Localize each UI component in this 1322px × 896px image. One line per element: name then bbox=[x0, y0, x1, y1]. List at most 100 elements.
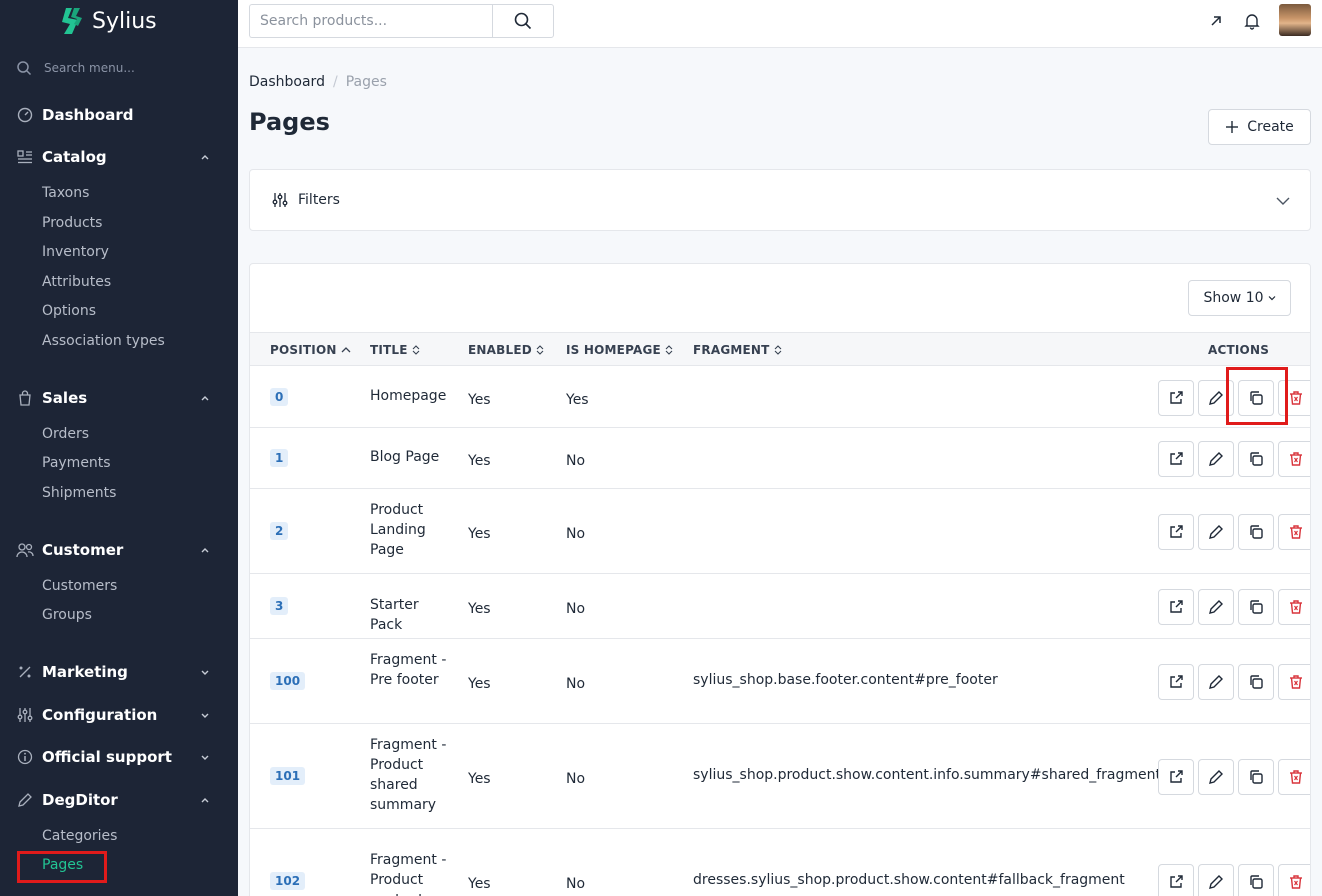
sidebar-label: Sales bbox=[42, 389, 88, 407]
delete-button[interactable] bbox=[1278, 758, 1310, 795]
column-label: TITLE bbox=[370, 343, 408, 357]
show-per-page-dropdown[interactable]: Show 10 bbox=[1188, 280, 1291, 316]
view-button[interactable] bbox=[1158, 758, 1194, 795]
is-homepage-cell: Yes bbox=[566, 391, 589, 408]
page-title-cell: Blog Page bbox=[370, 448, 440, 465]
sidebar-item-association-types[interactable]: Association types bbox=[42, 333, 165, 349]
sidebar-item-groups[interactable]: Groups bbox=[42, 607, 92, 623]
is-homepage-cell: No bbox=[566, 875, 586, 892]
sidebar-item-sales[interactable]: Sales bbox=[16, 386, 210, 410]
sidebar-item-degditor[interactable]: DegDitor bbox=[16, 788, 210, 812]
position-badge: 1 bbox=[270, 448, 289, 467]
duplicate-button[interactable] bbox=[1238, 663, 1274, 700]
breadcrumb-dashboard[interactable]: Dashboard bbox=[249, 74, 325, 90]
sidebar-item-taxons[interactable]: Taxons bbox=[42, 185, 89, 201]
app-name: Sylius bbox=[92, 8, 157, 34]
position-badge: 101 bbox=[270, 766, 306, 785]
delete-button[interactable] bbox=[1278, 863, 1310, 896]
delete-button[interactable] bbox=[1278, 513, 1310, 550]
copy-icon bbox=[1250, 451, 1263, 466]
external-link-icon bbox=[1170, 390, 1183, 404]
sidebar-item-catalog[interactable]: Catalog bbox=[16, 145, 210, 169]
pages-table-card: Show 10 POSITION TITLE ENABLED IS HOMEPA… bbox=[249, 263, 1311, 896]
catalog-icon bbox=[16, 148, 34, 166]
duplicate-button[interactable] bbox=[1238, 513, 1274, 550]
menu-search-input[interactable]: Search menu... bbox=[16, 56, 222, 80]
page-title-cell: Fragment - Product shared summary bbox=[370, 736, 447, 813]
sidebar-item-customer[interactable]: Customer bbox=[16, 538, 210, 562]
search-button[interactable] bbox=[492, 4, 554, 38]
sidebar-item-marketing[interactable]: Marketing bbox=[16, 660, 210, 684]
sidebar-item-configuration[interactable]: Configuration bbox=[16, 703, 210, 727]
view-button[interactable] bbox=[1158, 513, 1194, 550]
sylius-logo[interactable]: Sylius bbox=[60, 6, 157, 36]
view-button[interactable] bbox=[1158, 379, 1194, 416]
view-button[interactable] bbox=[1158, 663, 1194, 700]
column-label: ENABLED bbox=[468, 343, 532, 357]
avatar[interactable] bbox=[1279, 4, 1311, 36]
sidebar-label: Marketing bbox=[42, 663, 128, 681]
delete-button[interactable] bbox=[1278, 440, 1310, 477]
sidebar-item-dashboard[interactable]: Dashboard bbox=[16, 103, 210, 127]
enabled-cell: Yes bbox=[468, 675, 491, 692]
page-title: Pages bbox=[249, 108, 330, 136]
edit-button[interactable] bbox=[1198, 663, 1234, 700]
sidebar-label: Customer bbox=[42, 541, 124, 559]
column-enabled[interactable]: ENABLED bbox=[468, 343, 544, 357]
page-title-cell: Starter Pack bbox=[370, 596, 419, 633]
duplicate-button[interactable] bbox=[1238, 758, 1274, 795]
pencil-icon bbox=[1209, 769, 1223, 784]
sidebar-item-official-support[interactable]: Official support bbox=[16, 745, 210, 769]
view-button[interactable] bbox=[1158, 863, 1194, 896]
sidebar-item-orders[interactable]: Orders bbox=[42, 426, 89, 442]
trash-icon bbox=[1290, 599, 1302, 614]
filters-panel[interactable]: Filters bbox=[249, 169, 1311, 231]
create-button[interactable]: Create bbox=[1208, 109, 1311, 145]
edit-button[interactable] bbox=[1198, 440, 1234, 477]
chevron-up-icon bbox=[201, 155, 209, 160]
column-is-homepage[interactable]: IS HOMEPAGE bbox=[566, 343, 673, 357]
edit-button[interactable] bbox=[1198, 758, 1234, 795]
chevron-down-icon bbox=[201, 670, 209, 675]
chevron-up-icon bbox=[201, 396, 209, 401]
notifications-button[interactable] bbox=[1243, 12, 1261, 34]
edit-button[interactable] bbox=[1198, 588, 1234, 625]
view-button[interactable] bbox=[1158, 440, 1194, 477]
breadcrumb-separator: / bbox=[332, 74, 338, 90]
pencil-icon bbox=[1209, 390, 1223, 405]
sidebar-item-categories[interactable]: Categories bbox=[42, 828, 117, 844]
delete-button[interactable] bbox=[1278, 663, 1310, 700]
position-badge: 3 bbox=[270, 596, 289, 615]
delete-button[interactable] bbox=[1278, 588, 1310, 625]
sidebar-item-attributes[interactable]: Attributes bbox=[42, 274, 111, 290]
column-title[interactable]: TITLE bbox=[370, 343, 420, 357]
duplicate-button[interactable] bbox=[1238, 863, 1274, 896]
view-button[interactable] bbox=[1158, 588, 1194, 625]
external-link-icon bbox=[1170, 599, 1183, 613]
sidebar-label: Configuration bbox=[42, 706, 158, 724]
sidebar-item-inventory[interactable]: Inventory bbox=[42, 244, 109, 260]
table-row: 1 Blog Page Yes No bbox=[250, 428, 1310, 489]
column-fragment[interactable]: FRAGMENT bbox=[693, 343, 782, 357]
edit-button[interactable] bbox=[1198, 513, 1234, 550]
sidebar-item-products[interactable]: Products bbox=[42, 215, 102, 231]
sidebar-item-shipments[interactable]: Shipments bbox=[42, 485, 116, 501]
open-shop-button[interactable] bbox=[1208, 13, 1224, 33]
position-badge: 102 bbox=[270, 871, 306, 890]
column-position[interactable]: POSITION bbox=[270, 343, 351, 357]
percent-icon bbox=[16, 663, 34, 681]
sidebar-label: Dashboard bbox=[42, 106, 134, 124]
sidebar-item-payments[interactable]: Payments bbox=[42, 455, 111, 471]
plus-icon bbox=[1226, 121, 1239, 133]
edit-button[interactable] bbox=[1198, 863, 1234, 896]
table-row: 3 Starter Pack Yes No bbox=[250, 574, 1310, 639]
sidebar-item-options[interactable]: Options bbox=[42, 303, 96, 319]
duplicate-button[interactable] bbox=[1238, 588, 1274, 625]
product-search-input[interactable]: Search products... bbox=[249, 4, 493, 38]
search-icon bbox=[514, 12, 532, 30]
duplicate-button[interactable] bbox=[1238, 440, 1274, 477]
sort-icon bbox=[665, 345, 673, 355]
sidebar-item-customers[interactable]: Customers bbox=[42, 578, 117, 594]
shopping-bag-icon bbox=[16, 389, 34, 407]
pencil-icon bbox=[1209, 451, 1223, 466]
